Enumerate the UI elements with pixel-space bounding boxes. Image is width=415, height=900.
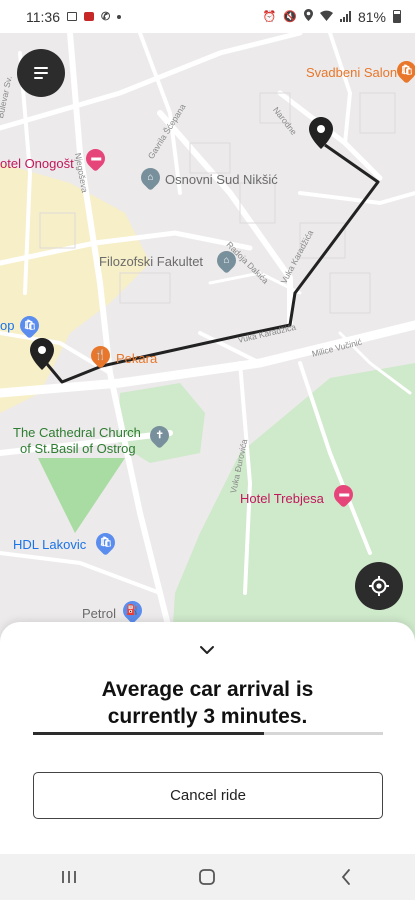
back-button[interactable] [316,857,376,897]
recent-apps-icon [62,871,77,883]
chevron-down-icon [200,646,214,654]
poi-pekara[interactable]: Pekara [116,351,157,366]
arrival-line-1: Average car arrival is [101,678,314,701]
back-icon [341,869,350,885]
alarm-icon: ⏰ [262,11,277,23]
home-icon [199,869,216,885]
mute-icon: 🔇 [283,11,297,23]
app-notification-icon [84,12,94,21]
cancel-ride-button[interactable]: Cancel ride [33,772,383,819]
status-right: ⏰ 🔇 81% [263,9,401,25]
my-location-icon [369,576,389,596]
park-cathedral [38,458,125,533]
arrival-message: Average car arrival is currently 3 minut… [0,676,415,730]
poi-filozofski[interactable]: Filozofski Fakultet [99,254,203,269]
status-time: 11:36 [26,8,60,25]
collapse-sheet-button[interactable] [196,639,218,661]
status-bar: 11:36 ✆ ⏰ 🔇 81% [0,0,415,33]
menu-icon [34,67,48,79]
poi-hdl-lakovic[interactable]: HDL Lakovic [13,537,86,552]
poi-hotel-onogost[interactable]: otel Onogošt [0,156,74,171]
progress-fill [33,732,264,735]
poi-hotel-trebjesa[interactable]: Hotel Trebjesa [240,491,324,506]
dot-icon [117,14,122,19]
recent-apps-button[interactable] [39,857,99,897]
signal-icon [339,11,351,22]
poi-op[interactable]: op [0,318,14,333]
gallery-icon [67,12,77,21]
poi-cathedral-line1[interactable]: The Cathedral Church [13,425,141,440]
poi-svadbeni-salon[interactable]: Svadbeni Salon [306,65,397,80]
home-button[interactable] [177,857,237,897]
system-nav-bar [0,854,415,900]
poi-cathedral-line2[interactable]: of St.Basil of Ostrog [20,441,136,456]
wifi-icon [319,10,333,24]
poi-osnovni-sud[interactable]: Osnovni Sud Nikšić [165,172,278,187]
location-icon [303,9,313,24]
battery-percent: 81% [357,8,386,25]
map-view[interactable]: 🛍 Svadbeni Salon ▬ otel Onogošt ⌂ Osnovn… [0,33,415,673]
battery-icon [393,10,401,23]
poi-petrol[interactable]: Petrol [82,606,116,621]
status-left: 11:36 ✆ [26,8,122,25]
viber-icon: ✆ [101,11,111,23]
arrival-line-2: currently 3 minutes. [107,705,308,728]
arrival-progress-bar [33,732,383,735]
menu-button[interactable] [17,49,65,97]
my-location-button[interactable] [355,562,403,610]
map-canvas [0,33,415,673]
